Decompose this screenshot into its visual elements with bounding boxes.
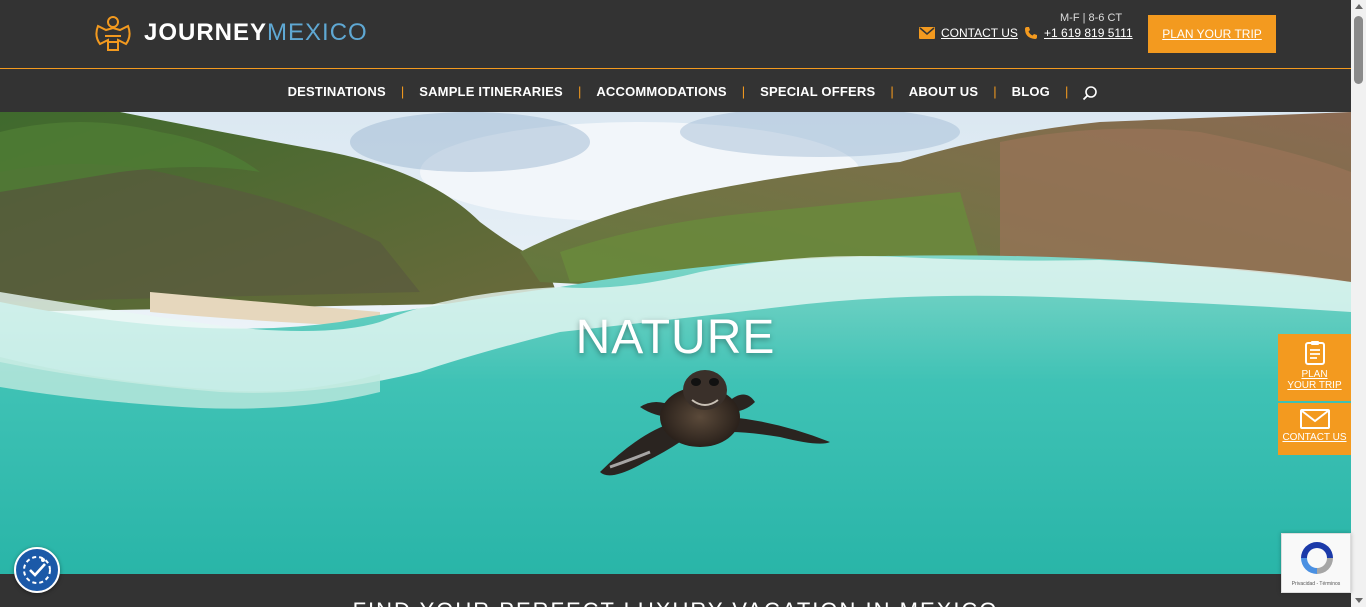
- logo-text-bold: JOURNEY: [144, 19, 268, 46]
- main-nav: DESTINATIONS | SAMPLE ITINERARIES | ACCO…: [0, 70, 1351, 112]
- logo[interactable]: JOURNEYMEXICO: [90, 10, 368, 56]
- office-hours: M-F | 8-6 CT: [1060, 12, 1123, 24]
- nav-item-destinations[interactable]: DESTINATIONS: [273, 84, 401, 99]
- hero-title: NATURE: [575, 311, 776, 364]
- nav-item-special-offers[interactable]: SPECIAL OFFERS: [745, 84, 890, 99]
- side-contact-label: CONTACT US: [1282, 432, 1347, 443]
- top-header: JOURNEYMEXICO CONTACT US M-F | 8-6 CT +1…: [0, 0, 1351, 69]
- scroll-thumb[interactable]: [1354, 16, 1363, 84]
- nav-separator: |: [1065, 83, 1069, 99]
- accessibility-icon: [23, 556, 51, 584]
- intro-heading: FIND YOUR PERFECT LUXURY VACATION IN MEX…: [0, 598, 1351, 607]
- clipboard-icon: [1304, 341, 1325, 365]
- contact-us-label[interactable]: CONTACT US: [941, 26, 1018, 40]
- side-contact-us-tab[interactable]: CONTACT US: [1278, 403, 1351, 455]
- nav-item-accommodations[interactable]: ACCOMMODATIONS: [581, 84, 741, 99]
- scroll-down-arrow[interactable]: [1355, 598, 1363, 603]
- side-plan-your-trip-tab[interactable]: PLAN YOUR TRIP: [1278, 334, 1351, 401]
- intro-section: FIND YOUR PERFECT LUXURY VACATION IN MEX…: [0, 574, 1351, 607]
- envelope-icon: [1299, 409, 1330, 429]
- logo-text-light: MEXICO: [267, 19, 368, 46]
- nav-item-blog[interactable]: BLOG: [997, 84, 1065, 99]
- recaptcha-badge[interactable]: Privacidad - Términos: [1281, 533, 1351, 593]
- plan-your-trip-button[interactable]: PLAN YOUR TRIP: [1148, 15, 1276, 53]
- header-contact-link[interactable]: CONTACT US: [919, 26, 1018, 40]
- phone-icon: [1025, 27, 1037, 39]
- recaptcha-icon: [1301, 542, 1333, 574]
- recaptcha-terms[interactable]: Privacidad - Términos: [1284, 581, 1348, 587]
- nav-item-about-us[interactable]: ABOUT US: [894, 84, 994, 99]
- side-plan-label-line1: PLAN: [1301, 369, 1328, 380]
- hero-banner: NATURE: [0, 112, 1351, 574]
- logo-wordmark: JOURNEYMEXICO: [144, 19, 368, 47]
- mail-icon: [919, 27, 935, 39]
- phone-number[interactable]: +1 619 819 5111: [1044, 26, 1133, 40]
- accessibility-button[interactable]: [14, 547, 60, 593]
- logo-eagle-icon: [95, 16, 131, 51]
- scroll-up-arrow[interactable]: [1355, 4, 1363, 9]
- search-icon[interactable]: [1082, 85, 1098, 101]
- header-phone-link[interactable]: +1 619 819 5111: [1024, 26, 1133, 40]
- page-scrollbar[interactable]: [1351, 0, 1366, 607]
- nav-item-sample-itineraries[interactable]: SAMPLE ITINERARIES: [404, 84, 578, 99]
- side-plan-label-line2: YOUR TRIP: [1287, 380, 1342, 391]
